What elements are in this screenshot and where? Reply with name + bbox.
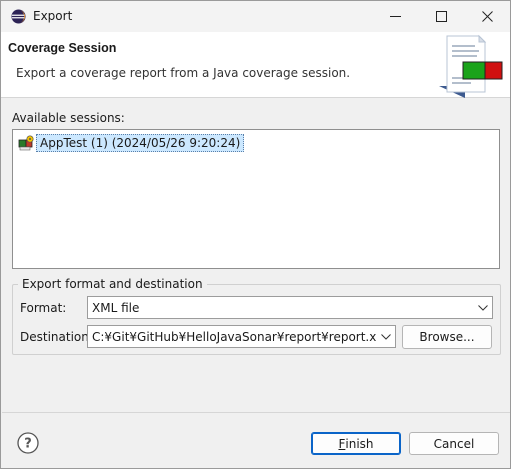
maximize-button[interactable]: [418, 1, 464, 32]
list-item[interactable]: AppTest (1) (2024/05/26 9:20:24): [18, 134, 245, 152]
wizard-banner: Coverage Session Export a coverage repor…: [1, 32, 510, 98]
finish-button[interactable]: Finish: [311, 432, 401, 455]
close-button[interactable]: [464, 1, 510, 32]
svg-text:?: ?: [24, 437, 32, 452]
available-sessions-label: Available sessions:: [12, 111, 125, 125]
chevron-down-icon: [474, 297, 492, 318]
minimize-button[interactable]: [372, 1, 418, 32]
minimize-icon: [389, 16, 401, 17]
sessions-list[interactable]: AppTest (1) (2024/05/26 9:20:24): [12, 129, 500, 269]
format-label: Format:: [20, 301, 67, 315]
session-label: AppTest (1) (2024/05/26 9:20:24): [36, 134, 245, 152]
cancel-button[interactable]: Cancel: [409, 432, 499, 455]
title-bar: Export: [1, 1, 510, 32]
page-title: Coverage Session: [8, 41, 117, 55]
footer-separator: [2, 412, 510, 413]
chevron-down-icon[interactable]: [377, 326, 395, 347]
close-icon: [481, 11, 493, 22]
help-icon[interactable]: ?: [17, 432, 39, 454]
destination-value: C:¥Git¥GitHub¥HelloJavaSonar¥report¥repo…: [92, 329, 377, 344]
export-dialog: Export Coverage Session Export a coverag…: [0, 0, 511, 469]
destination-combo[interactable]: C:¥Git¥GitHub¥HelloJavaSonar¥report¥repo…: [87, 325, 396, 348]
format-value: XML file: [92, 300, 140, 315]
window-title: Export: [33, 9, 73, 23]
group-legend: Export format and destination: [18, 277, 207, 291]
destination-label: Destination:: [20, 330, 93, 344]
browse-button[interactable]: Browse...: [402, 325, 492, 349]
maximize-icon: [435, 11, 447, 22]
finish-mnemonic: F: [338, 436, 346, 451]
coverage-session-icon: [18, 135, 34, 151]
finish-label-rest: inish: [345, 436, 374, 451]
eclipse-icon: [11, 9, 26, 24]
format-select[interactable]: XML file: [87, 296, 493, 319]
coverage-report-icon: [439, 34, 503, 98]
page-description: Export a coverage report from a Java cov…: [16, 66, 351, 80]
